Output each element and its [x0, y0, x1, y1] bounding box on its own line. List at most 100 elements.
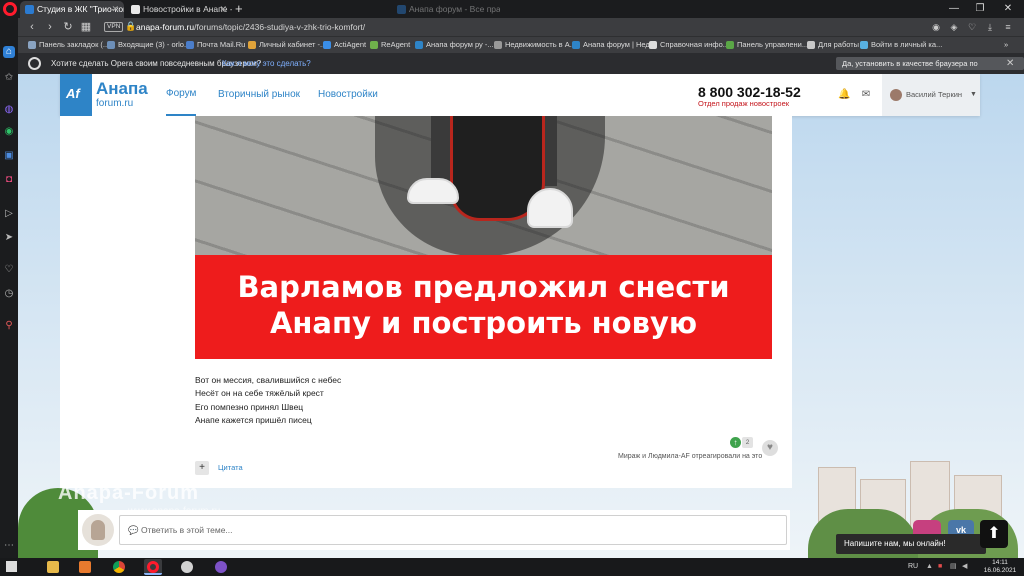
- bookmark-item[interactable]: Личный кабинет -...: [248, 37, 326, 53]
- close-window-icon[interactable]: ✕: [998, 0, 1018, 18]
- home-icon[interactable]: ⌂: [3, 46, 15, 58]
- logo-title[interactable]: Анапа: [96, 80, 148, 98]
- bookmark-item[interactable]: Недвижимость в А...: [494, 37, 576, 53]
- windows-start-icon[interactable]: [6, 561, 17, 572]
- history-icon[interactable]: ◷: [3, 288, 15, 300]
- default-browser-bar: Хотите сделать Opera своим повседневным …: [18, 53, 1024, 81]
- bell-icon[interactable]: 🔔: [838, 89, 850, 101]
- opera-menu-icon[interactable]: [3, 2, 17, 16]
- taskbar-player[interactable]: [76, 559, 94, 575]
- reply-input[interactable]: 💬 Ответить в этой теме...: [119, 515, 787, 545]
- user-menu[interactable]: Василий Теркин ▼: [882, 74, 980, 116]
- tab-title: Анапа форум - Все правила: [409, 4, 500, 14]
- how-to-link[interactable]: Как я могу это сделать?: [222, 53, 311, 74]
- bookmark-item[interactable]: ActiAgent: [323, 37, 366, 53]
- set-default-button[interactable]: Да, установить в качестве браузера по ум…: [836, 57, 1024, 81]
- heart-icon[interactable]: ♡: [966, 21, 978, 33]
- forward-icon[interactable]: ›: [42, 18, 58, 36]
- logo-badge: Af: [66, 86, 80, 101]
- shield-icon[interactable]: ◈: [948, 21, 960, 33]
- star-icon[interactable]: ✩: [3, 72, 15, 84]
- lock-icon[interactable]: 🔒: [125, 21, 136, 32]
- easy-setup-icon[interactable]: ≡: [1002, 21, 1014, 33]
- online-chat-widget[interactable]: Напишите нам, мы онлайн!: [836, 534, 986, 554]
- site-logo[interactable]: Af: [60, 74, 92, 116]
- heart-icon[interactable]: ♡: [3, 264, 15, 276]
- bookmark-item[interactable]: Входящие (3) - orlo...: [107, 37, 190, 53]
- news-banner: Варламов предложил снести Анапу и постро…: [195, 255, 772, 359]
- tabs-grid-icon[interactable]: ▦: [78, 18, 94, 36]
- close-tab-icon[interactable]: ✕: [219, 1, 227, 18]
- reaction-count[interactable]: 2: [742, 437, 753, 448]
- bookmark-item[interactable]: Анапа форум | Нед...: [572, 37, 656, 53]
- bookmark-item[interactable]: Войти в личный ка...: [860, 37, 942, 53]
- folder-icon: [47, 561, 59, 573]
- chrome-icon: [113, 561, 125, 573]
- close-tab-icon[interactable]: ✕: [111, 1, 119, 18]
- bookmark-label: Для работы: [818, 40, 860, 49]
- nav-new-buildings[interactable]: Новостройки: [318, 74, 378, 116]
- tray-app-icon[interactable]: ■: [938, 563, 946, 571]
- pin-icon[interactable]: ⚲: [3, 320, 15, 332]
- bookmark-item[interactable]: Панель закладок (...: [28, 37, 109, 53]
- bookmark-item[interactable]: ReAgent: [370, 37, 410, 53]
- close-icon[interactable]: ✕: [1006, 53, 1014, 74]
- tray-chevron-icon[interactable]: ▲: [926, 563, 934, 571]
- vpn-badge[interactable]: VPN: [104, 22, 124, 32]
- bookmark-item[interactable]: Панель управлени...: [726, 37, 808, 53]
- taskbar-chrome[interactable]: [110, 559, 128, 575]
- scroll-top-button[interactable]: ⬆: [980, 520, 1008, 548]
- nav-secondary-market[interactable]: Вторичный рынок: [218, 74, 300, 116]
- more-icon[interactable]: ⋯: [3, 540, 15, 552]
- browser-tab-bar: Студия в ЖК "Трио-комфорт" ✕ Новостройки…: [0, 0, 1024, 18]
- send-icon[interactable]: ➤: [3, 232, 15, 244]
- like-button[interactable]: ♥: [762, 440, 778, 456]
- speaker-icon[interactable]: ◀: [962, 563, 970, 571]
- quote-button[interactable]: Цитата: [218, 462, 243, 474]
- vk-icon[interactable]: ▣: [3, 150, 15, 162]
- bookmark-item[interactable]: Справочная инфо...: [649, 37, 729, 53]
- messenger-icon[interactable]: ◍: [3, 104, 15, 116]
- whatsapp-icon[interactable]: ◉: [3, 126, 15, 138]
- taskbar-opera[interactable]: [144, 559, 162, 575]
- clock-date: 16.06.2021: [983, 567, 1017, 574]
- tab-new-buildings[interactable]: Новостройки в Анапе - Анапа ✕: [126, 1, 232, 18]
- bookmark-item[interactable]: Почта Mail.Ru: [186, 37, 245, 53]
- bookmark-label: Справочная инфо...: [660, 40, 730, 49]
- player-icon[interactable]: ▷: [3, 208, 15, 220]
- system-clock[interactable]: 14:11 16.06.2021: [982, 559, 1018, 575]
- opera-sidebar: ⌂ ✩ ◍ ◉ ▣ ◘ ▷ ➤ ♡ ◷ ⚲ ⋯: [0, 18, 18, 558]
- post-image[interactable]: Варламов предложил снести Анапу и постро…: [195, 116, 772, 359]
- minimize-icon[interactable]: —: [944, 0, 964, 18]
- nav-forum[interactable]: Форум: [166, 74, 197, 116]
- back-icon[interactable]: ‹: [24, 18, 40, 36]
- sneaker: [527, 188, 573, 228]
- bookmarks-more-icon[interactable]: »: [1004, 37, 1008, 53]
- post-line: Несёт он на себе тяжёлый крест: [195, 388, 324, 399]
- network-icon[interactable]: ▤: [950, 563, 958, 571]
- reload-icon[interactable]: ↻: [60, 18, 76, 36]
- taskbar-app[interactable]: [178, 559, 196, 575]
- camera-icon[interactable]: ◉: [930, 21, 942, 33]
- envelope-icon[interactable]: ✉: [860, 89, 872, 101]
- tab-studio[interactable]: Студия в ЖК "Трио-комфорт" ✕: [20, 1, 124, 18]
- bookmark-label: Войти в личный ка...: [871, 40, 943, 49]
- maximize-icon[interactable]: ❐: [970, 0, 990, 18]
- bookmark-item[interactable]: Анапа форум ру -...: [415, 37, 494, 53]
- sales-phone[interactable]: 8 800 302-18-52: [698, 84, 801, 100]
- multiquote-button[interactable]: +: [195, 461, 209, 475]
- login-icon: [860, 41, 868, 49]
- taskbar-explorer[interactable]: [44, 559, 62, 575]
- url-field[interactable]: anapa-forum.ru/forums/topic/2436-studiya…: [136, 18, 365, 36]
- new-tab-button[interactable]: +: [235, 1, 243, 17]
- page-icon: [649, 41, 657, 49]
- keyboard-language[interactable]: RU: [908, 558, 918, 576]
- instagram-icon[interactable]: ◘: [3, 174, 15, 186]
- download-icon[interactable]: ⤓: [984, 21, 996, 33]
- taskbar-viber[interactable]: [212, 559, 230, 575]
- windows-taskbar: RU ▲ ■ ▤ ◀ 14:11 16.06.2021: [0, 558, 1024, 576]
- bookmark-item[interactable]: Для работы: [807, 37, 859, 53]
- reaction-summary[interactable]: Мираж и Людмила-AF отреагировали на это: [618, 452, 762, 461]
- site-header: Af Анапа forum.ru Форум Вторичный рынок …: [60, 74, 980, 116]
- tab-forum-rules[interactable]: Анапа форум - Все правила: [392, 1, 500, 18]
